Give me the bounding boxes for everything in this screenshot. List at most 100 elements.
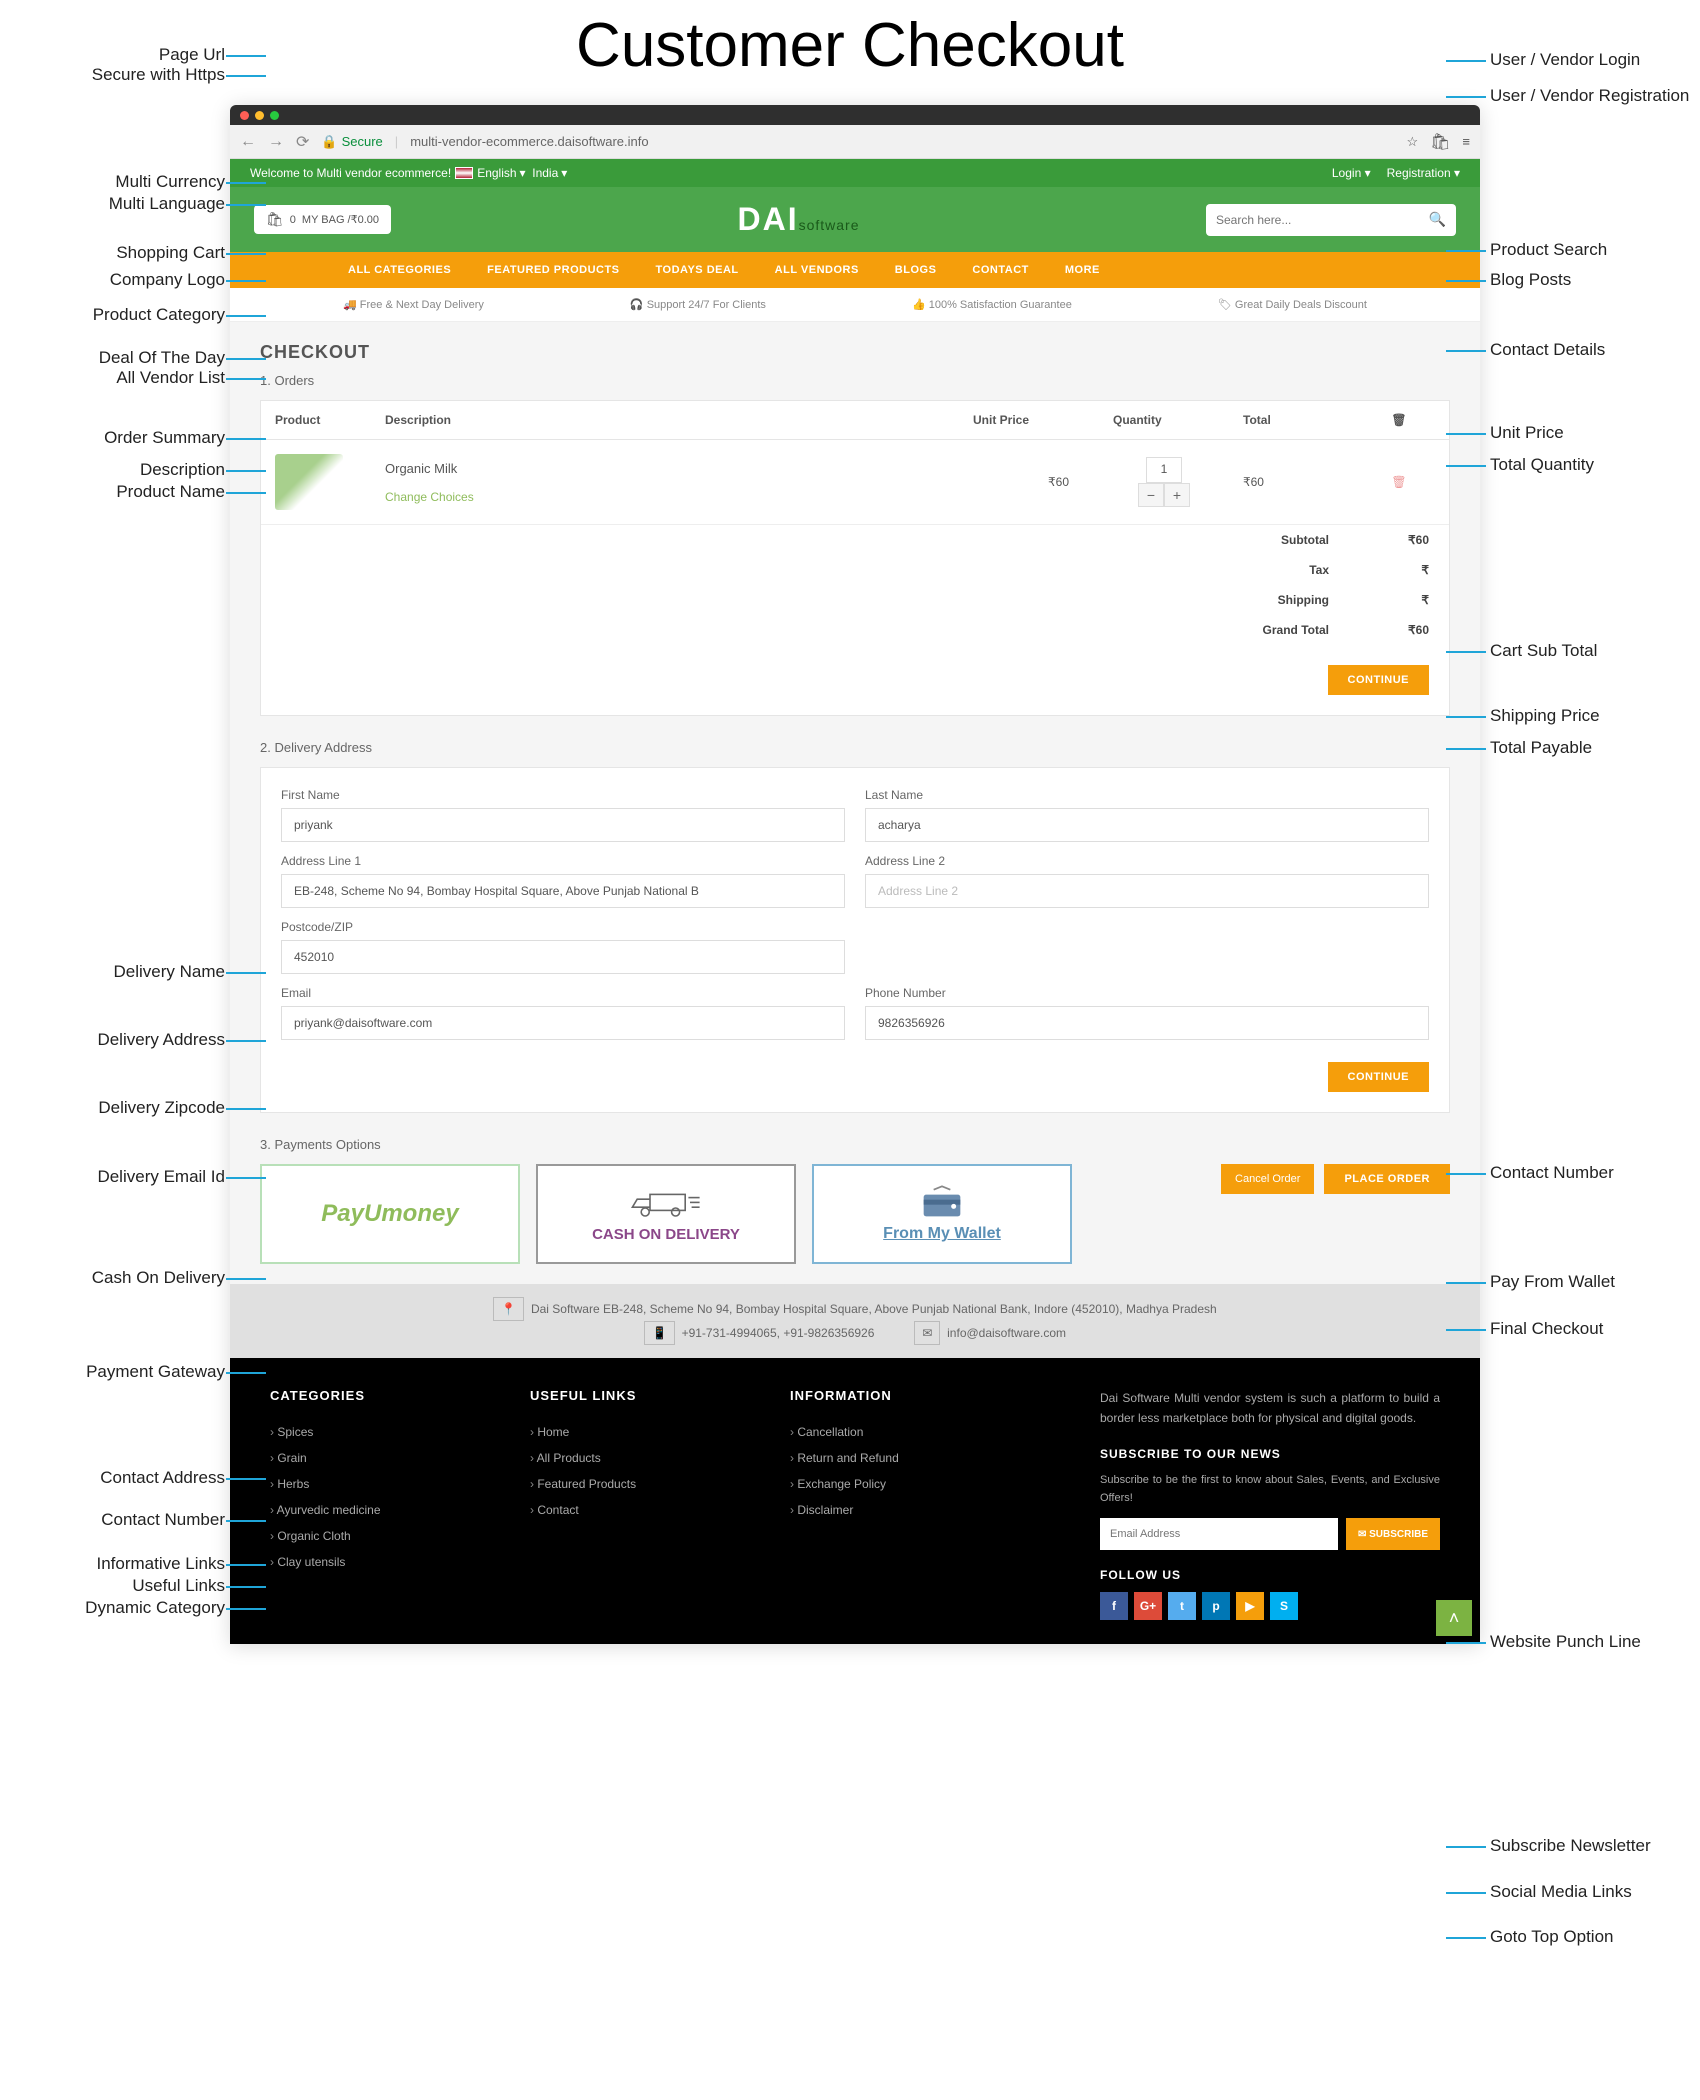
annotation-label: Contact Number — [101, 1510, 225, 1530]
country-selector[interactable]: India ▾ — [532, 166, 567, 180]
language-selector[interactable]: English ▾ — [477, 166, 525, 180]
grandtotal-value: ₹60 — [1349, 615, 1449, 645]
phone-label: Phone Number — [865, 986, 1429, 1000]
chevron-down-icon: ▾ — [520, 166, 526, 180]
address1-input[interactable] — [281, 874, 845, 908]
features-strip: 🚚 Free & Next Day Delivery 🎧 Support 24/… — [230, 288, 1480, 322]
annotation-label: Cart Sub Total — [1490, 641, 1597, 661]
info-link[interactable]: Return and Refund — [790, 1445, 1010, 1471]
step1-title: 1. Orders — [260, 373, 1450, 388]
nav-blogs[interactable]: BLOGS — [877, 252, 955, 288]
category-link[interactable]: Spices — [270, 1419, 490, 1445]
useful-link[interactable]: Contact — [530, 1497, 750, 1523]
phone-input[interactable] — [865, 1006, 1429, 1040]
nav-featured[interactable]: FEATURED PRODUCTS — [469, 252, 637, 288]
search-icon[interactable]: 🔍 — [1429, 211, 1446, 228]
annotation-label: Secure with Https — [92, 65, 225, 85]
nav-contact[interactable]: CONTACT — [954, 252, 1046, 288]
nav-all-vendors[interactable]: ALL VENDORS — [757, 252, 877, 288]
annotation-label: Shopping Cart — [116, 243, 225, 263]
shopping-cart[interactable]: 🛍 0 MY BAG /₹0.00 — [254, 205, 391, 234]
remove-item-icon[interactable]: 🗑 — [1391, 475, 1406, 489]
zip-input[interactable] — [281, 940, 845, 974]
annotation-label: Delivery Name — [114, 962, 225, 982]
continue-orders-button[interactable]: CONTINUE — [1328, 665, 1429, 695]
tax-value: ₹ — [1349, 555, 1449, 585]
cart-label: MY BAG /₹0.00 — [302, 213, 379, 226]
bag-icon: 🛍 — [266, 211, 284, 228]
lastname-input[interactable] — [865, 808, 1429, 842]
social-icon[interactable]: t — [1168, 1592, 1196, 1620]
annotation-label: Social Media Links — [1490, 1882, 1632, 1902]
payment-payu[interactable]: PayUmoney — [260, 1164, 520, 1264]
firstname-label: First Name — [281, 788, 845, 802]
unit-price: ₹60 — [959, 440, 1099, 525]
nav-more[interactable]: MORE — [1047, 252, 1118, 288]
max-dot[interactable] — [270, 111, 279, 120]
social-icon[interactable]: G+ — [1134, 1592, 1162, 1620]
login-link[interactable]: Login ▾ — [1332, 166, 1371, 180]
category-link[interactable]: Ayurvedic medicine — [270, 1497, 490, 1523]
close-dot[interactable] — [240, 111, 249, 120]
cancel-order-button[interactable]: Cancel Order — [1221, 1164, 1314, 1194]
qty-minus-button[interactable]: − — [1138, 483, 1164, 507]
annotation-label: Contact Number — [1490, 1163, 1614, 1183]
annotation-label: Dynamic Category — [85, 1598, 225, 1618]
goto-top-button[interactable]: ˄ — [1436, 1600, 1472, 1636]
address2-input[interactable] — [865, 874, 1429, 908]
useful-link[interactable]: Home — [530, 1419, 750, 1445]
annotation-label: Contact Address — [100, 1468, 225, 1488]
extension-icon[interactable]: 🛍 — [1430, 132, 1450, 152]
email-input[interactable] — [281, 1006, 845, 1040]
product-search[interactable]: 🔍 — [1206, 204, 1456, 236]
annotation-label: Total Quantity — [1490, 455, 1594, 475]
continue-address-button[interactable]: CONTINUE — [1328, 1062, 1429, 1092]
subtotal-value: ₹60 — [1349, 525, 1449, 556]
annotation-label: Multi Language — [109, 194, 225, 214]
site-header: 🛍 0 MY BAG /₹0.00 DAIsoftware 🔍 — [230, 187, 1480, 252]
useful-link[interactable]: Featured Products — [530, 1471, 750, 1497]
firstname-input[interactable] — [281, 808, 845, 842]
category-link[interactable]: Herbs — [270, 1471, 490, 1497]
subscribe-input[interactable] — [1100, 1518, 1338, 1550]
star-icon[interactable]: ☆ — [1406, 134, 1418, 150]
menu-icon[interactable]: ≡ — [1462, 134, 1470, 149]
payment-cod[interactable]: CASH ON DELIVERY — [536, 1164, 796, 1264]
map-pin-icon: 📍 — [493, 1297, 524, 1321]
info-link[interactable]: Exchange Policy — [790, 1471, 1010, 1497]
social-icon[interactable]: ▶ — [1236, 1592, 1264, 1620]
qty-plus-button[interactable]: + — [1164, 483, 1190, 507]
subscribe-heading: SUBSCRIBE TO OUR NEWS — [1100, 1447, 1440, 1461]
category-link[interactable]: Grain — [270, 1445, 490, 1471]
th-remove: 🗑 — [1349, 401, 1449, 440]
wallet-icon — [917, 1185, 967, 1221]
subscribe-button[interactable]: ✉ SUBSCRIBE — [1346, 1518, 1440, 1550]
category-link[interactable]: Organic Cloth — [270, 1523, 490, 1549]
forward-icon[interactable]: → — [268, 133, 284, 151]
footer-useful-links: USEFUL LINKS HomeAll ProductsFeatured Pr… — [530, 1388, 750, 1620]
info-link[interactable]: Disclaimer — [790, 1497, 1010, 1523]
reload-icon[interactable]: ⟳ — [296, 132, 309, 152]
social-icon[interactable]: S — [1270, 1592, 1298, 1620]
change-choices-link[interactable]: Change Choices — [385, 490, 945, 504]
payment-wallet[interactable]: From My Wallet — [812, 1164, 1072, 1264]
secure-badge: 🔒Secure — [321, 134, 382, 150]
qty-value: 1 — [1146, 457, 1182, 483]
place-order-button[interactable]: PLACE ORDER — [1324, 1164, 1450, 1194]
search-input[interactable] — [1216, 213, 1429, 227]
annotation-label: User / Vendor Login — [1490, 50, 1640, 70]
nav-all-categories[interactable]: ALL CATEGORIES — [330, 252, 469, 288]
info-link[interactable]: Cancellation — [790, 1419, 1010, 1445]
category-link[interactable]: Clay utensils — [270, 1549, 490, 1575]
social-icon[interactable]: f — [1100, 1592, 1128, 1620]
annotation-label: Deal Of The Day — [99, 348, 225, 368]
back-icon[interactable]: ← — [240, 133, 256, 151]
min-dot[interactable] — [255, 111, 264, 120]
social-icon[interactable]: p — [1202, 1592, 1230, 1620]
annotation-label: Goto Top Option — [1490, 1927, 1614, 1947]
nav-todays-deal[interactable]: TODAYS DEAL — [638, 252, 757, 288]
register-link[interactable]: Registration ▾ — [1387, 166, 1460, 180]
annotation-label: All Vendor List — [116, 368, 225, 388]
useful-link[interactable]: All Products — [530, 1445, 750, 1471]
company-logo[interactable]: DAIsoftware — [737, 201, 859, 238]
